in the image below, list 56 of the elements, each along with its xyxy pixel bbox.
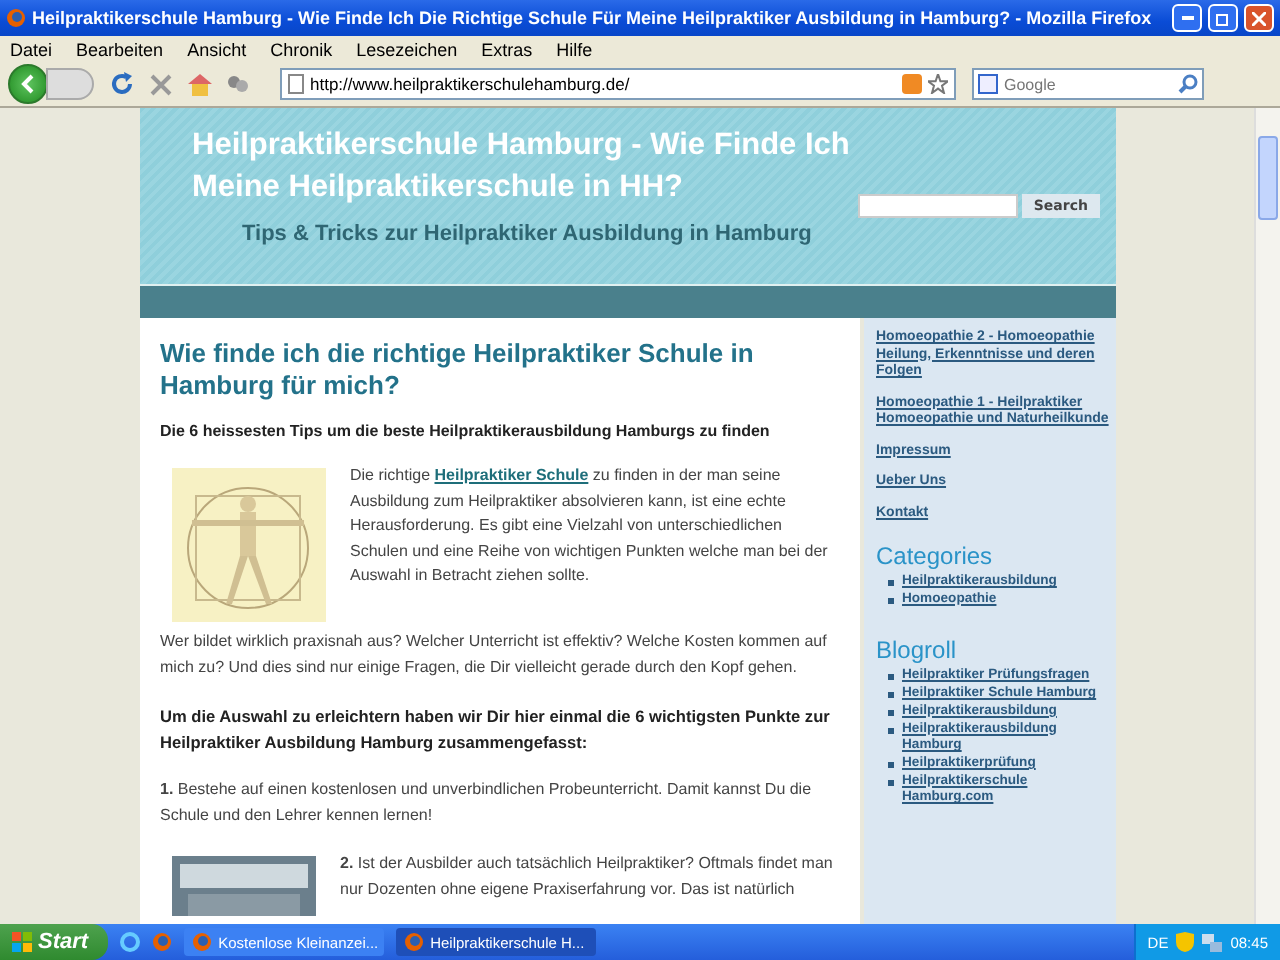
- bullet-icon: [888, 674, 894, 681]
- firefox-icon: [192, 932, 213, 952]
- bullet-icon: [888, 779, 894, 786]
- scrollbar[interactable]: [1254, 108, 1280, 924]
- window-title: Heilpraktikerschule Hamburg - Wie Finde Ich Die Richtige Schule Für Meine Heilpraktiker Ausbildung in Hamburg? - Mozilla Firefox: [32, 8, 1154, 28]
- start-button[interactable]: Start: [0, 924, 109, 960]
- restore-icon: [1216, 11, 1230, 25]
- stop-icon[interactable]: [150, 73, 172, 95]
- address-bar[interactable]: http://www.heilpraktikerschulehamburg.de/: [280, 68, 956, 100]
- text-link[interactable]: Heilpraktiker Schule: [434, 466, 589, 484]
- minimize-icon: [1181, 16, 1193, 20]
- scroll-thumb[interactable]: [1258, 136, 1278, 220]
- star-icon[interactable]: [928, 74, 948, 94]
- bullet-icon: [888, 580, 894, 586]
- bullet-icon: [888, 597, 894, 604]
- bullet-icon: [888, 709, 894, 716]
- minimize-button[interactable]: [1172, 4, 1202, 32]
- search-field[interactable]: Google: [972, 68, 1204, 100]
- page-icon: [288, 74, 304, 94]
- google-icon: [978, 74, 998, 94]
- bullet-icon: [888, 692, 894, 699]
- firefox-icon: [152, 932, 173, 952]
- menu-item[interactable]: Extras: [481, 39, 533, 59]
- menu-item[interactable]: Chronik: [270, 39, 333, 59]
- home-icon[interactable]: [188, 73, 212, 95]
- article-heading: Wie finde ich die richtige Heilpraktiker Schule in Hamburg für mich?: [160, 338, 756, 402]
- paragraph: Wer bildet wirklich praxisnah aus? Welcher Unterricht ist effektiv? Welche Kosten kommen auf mich zu? Und dies sind nur einige Fragen, die Dir vielleicht gerade durch den Kopf gehen.: [160, 630, 829, 680]
- menu-item[interactable]: Lesezeichen: [356, 39, 458, 59]
- rss-icon[interactable]: [902, 74, 922, 94]
- close-button[interactable]: [1244, 4, 1274, 32]
- menu-item[interactable]: Bearbeiten: [76, 39, 164, 59]
- shield-icon[interactable]: [1176, 932, 1195, 952]
- restore-button[interactable]: [1208, 4, 1238, 32]
- site-tagline: Tips & Tricks zur Heilpraktiker Ausbildung in Hamburg: [242, 222, 814, 246]
- bullet-icon: [888, 727, 894, 734]
- search-input[interactable]: [857, 194, 1018, 218]
- network-icon[interactable]: [1202, 933, 1223, 951]
- firefox-icon: [404, 932, 425, 952]
- section-heading: Blogroll: [876, 636, 959, 665]
- menu-item[interactable]: Hilfe: [556, 39, 593, 59]
- paragraph: 1. Bestehe auf einen kostenlosen und unverbindlichen Probeunterricht. Damit kannst Du die Schule und den Lehrer kennen lernen!: [160, 778, 814, 827]
- bullet-icon: [888, 761, 894, 768]
- menu-item[interactable]: Datei: [10, 39, 53, 59]
- article-lead: Die 6 heissesten Tips um die beste Heilpraktikerausbildung Hamburgs zu finden: [160, 422, 772, 440]
- paragraph: Die richtige Heilpraktiker Schule zu finden in der man seine Ausbildung zum Heilpraktiker absolvieren kann, ist eine echte Herausforderung. Es gibt eine Vielzahl von unterschiedlichen Schulen und eine Reihe von wichtigen Punkten welche man bei der Auswahl in Betracht ziehen sollte.: [350, 464, 830, 588]
- back-button[interactable]: [8, 64, 48, 104]
- search-icon[interactable]: [1178, 74, 1198, 94]
- section-heading: Categories: [876, 542, 995, 570]
- reload-icon[interactable]: [110, 72, 134, 96]
- site-title: Heilpraktikerschule Hamburg - Wie Finde Ich Meine Heilpraktikerschule in HH?: [192, 126, 852, 208]
- close-icon: [1252, 11, 1266, 25]
- paragraph: Um die Auswahl zu erleichtern haben wir Dir hier einmal die 6 wichtigsten Punkte zur Heilpraktiker Ausbildung Hamburg zusammengefasst:: [160, 704, 832, 754]
- firefox-icon: [6, 8, 26, 28]
- windows-logo-icon: [12, 932, 32, 952]
- paragraph: 2. Ist der Ausbilder auch tatsächlich Heilpraktiker? Oftmals findet man nur Dozenten ohne eigene Praxiserfahrung vor. Das ist natürlich: [340, 852, 835, 902]
- menu-item[interactable]: Ansicht: [187, 39, 247, 59]
